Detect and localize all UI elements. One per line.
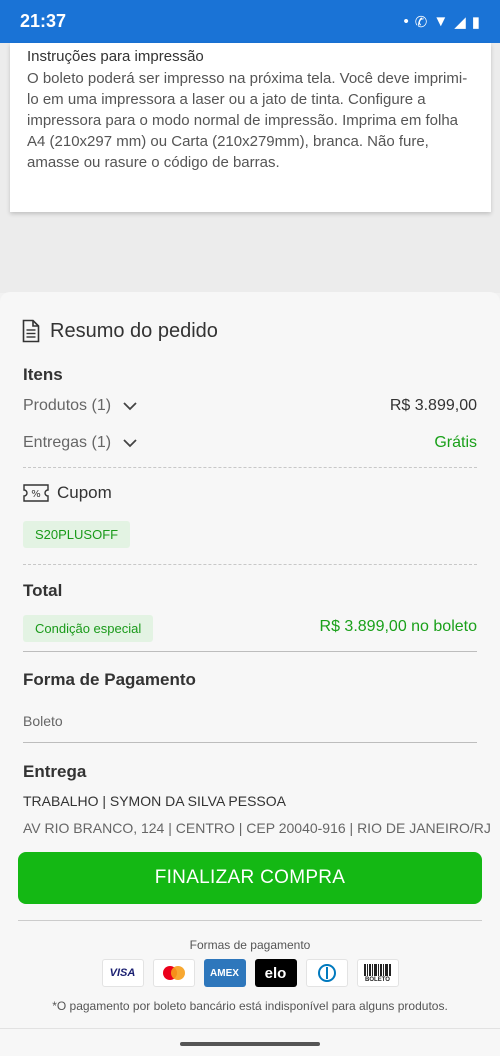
delivery-address: AV RIO BRANCO, 124 | CENTRO | CEP 20040-… [23,820,491,836]
produtos-toggle[interactable]: Produtos (1) [23,397,137,415]
divider [23,742,477,743]
coupon-code-chip: S20PLUSOFF [23,521,131,548]
payment-method-title: Forma de Pagamento [23,670,196,689]
status-bar: 21:37 • ✆ ▼ ◢ ▮ [0,0,500,43]
cupom-header: % Cupom [23,483,112,503]
total-value-row: R$ 3.899,00 no boleto [320,618,477,636]
summary-title: Resumo do pedido [50,319,218,342]
signal-icon: ◢ [454,13,466,31]
delivery-title: Entrega [23,762,87,781]
boleto-note: *O pagamento por boleto bancário está in… [52,999,448,1013]
mastercard-icon [152,959,195,987]
cupom-title: Cupom [57,483,112,502]
chevron-down-icon [123,401,137,410]
document-icon [22,319,40,343]
elo-icon: elo [254,959,297,987]
divider [23,651,477,652]
diners-icon [305,959,348,987]
payment-method-value: Boleto [23,713,63,729]
payment-methods-title: Formas de pagamento [189,938,311,952]
page-content: Instruções para impressão O boleto poder… [0,43,500,293]
summary-header: Resumo do pedido [22,319,218,343]
total-title: Total [23,581,63,600]
wifi-icon: ▼ [433,13,449,30]
boleto-label: BOLETO [365,976,390,983]
entregas-label: Entregas (1) [23,434,112,451]
produtos-value: R$ 3.899,00 [389,397,477,414]
amex-icon: AMEX [203,959,246,987]
instructions-text: O boleto poderá ser impresso na próxima … [27,70,468,171]
status-time: 21:37 [20,11,67,31]
status-icons: • ✆ ▼ ◢ ▮ [403,13,480,31]
divider [23,467,477,468]
svg-text:%: % [31,489,41,500]
produtos-row[interactable]: Produtos (1) R$ 3.899,00 [23,397,477,415]
total-value: R$ 3.899,00 no boleto [319,618,477,635]
entregas-value: Grátis [434,434,477,451]
chevron-down-icon [123,438,137,447]
itens-title: Itens [23,365,63,384]
special-condition-badge: Condição especial [23,615,154,642]
battery-icon: ▮ [471,13,480,31]
wifi-call-icon: ✆ [414,13,428,31]
finalizar-compra-button[interactable]: FINALIZAR COMPRA [18,852,482,904]
delivery-name: TRABALHO | SYMON DA SILVA PESSOA [23,793,286,809]
divider [18,920,482,921]
instructions-title: Instruções para impressão [27,48,204,65]
home-gesture-handle[interactable] [180,1042,320,1046]
coupon-icon: % [23,484,49,502]
payment-methods-list: VISA AMEX elo BOLETO [0,959,500,987]
print-instructions-card: Instruções para impressão O boleto poder… [10,43,491,212]
order-summary-sheet: Resumo do pedido Itens Produtos (1) R$ 3… [0,292,500,1056]
dot-icon: • [403,13,409,30]
boleto-icon: BOLETO [356,959,399,987]
system-nav-bar [0,1028,500,1056]
entregas-toggle[interactable]: Entregas (1) [23,434,137,452]
entregas-row[interactable]: Entregas (1) Grátis [23,434,477,452]
divider [23,564,477,565]
visa-icon: VISA [101,959,144,987]
produtos-label: Produtos (1) [23,397,112,414]
